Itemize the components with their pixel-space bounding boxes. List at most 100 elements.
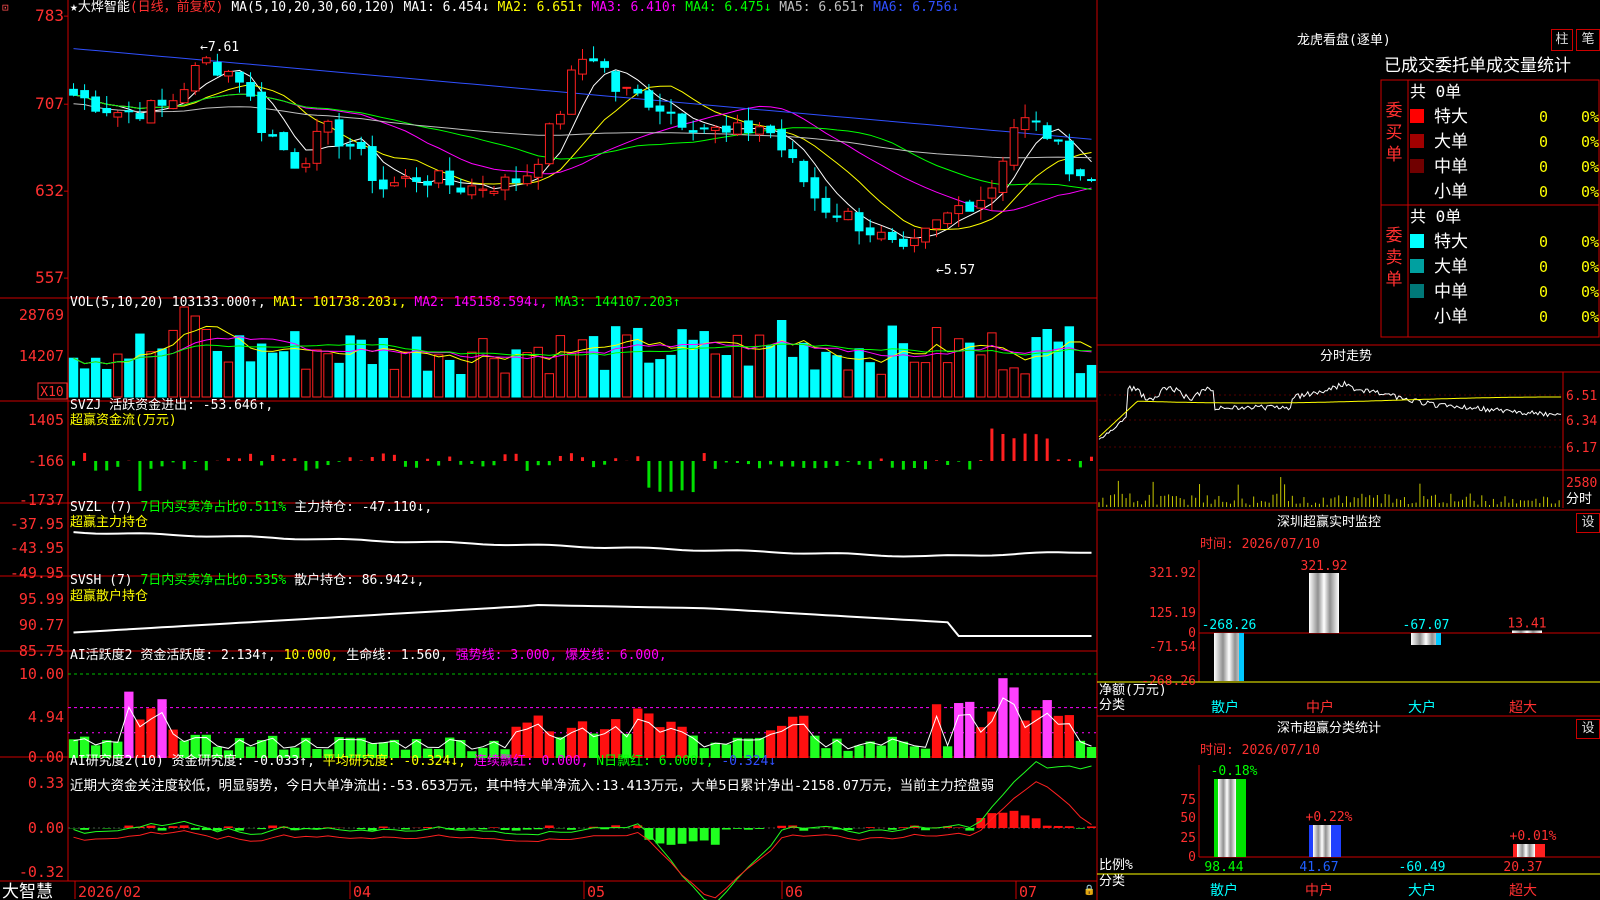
svzj-bar — [271, 455, 275, 461]
candle — [1009, 127, 1019, 166]
research-bar — [666, 828, 676, 845]
candle — [954, 205, 964, 215]
ai-activity-bar — [1053, 715, 1063, 758]
corner-icon[interactable]: ⊡ — [2, 0, 9, 16]
research-name: AI研究度2(10) — [70, 754, 164, 769]
candle — [378, 179, 388, 190]
volume-bar — [79, 368, 90, 398]
candle — [434, 170, 444, 184]
svsh-axis-tick: 95.99 — [19, 590, 64, 608]
ai-activity-bar — [533, 715, 543, 758]
candle — [777, 129, 787, 151]
ai-activity-bar — [1042, 700, 1052, 758]
research-bar — [1064, 826, 1074, 828]
volume-bar — [965, 342, 975, 398]
candle — [1020, 117, 1030, 131]
candle — [876, 231, 886, 240]
svzj-bar — [370, 457, 374, 461]
vol-header: VOL(5,10,20) 103133.000↑, MA1: 101738.20… — [70, 295, 681, 311]
svzj-axis-tick: -1737 — [19, 491, 64, 509]
volume-bar — [710, 353, 720, 398]
volume-bar — [577, 339, 588, 398]
vol-unit: X10 — [40, 385, 63, 400]
research-bar — [157, 828, 167, 831]
candle — [445, 170, 455, 186]
svzj-bar — [912, 461, 916, 468]
chart-mode: (日线，前复权) — [129, 0, 224, 15]
candle — [578, 58, 587, 75]
volume-bar — [599, 369, 610, 398]
stock-name[interactable]: 大烨智能 — [78, 0, 130, 15]
candle — [600, 61, 610, 68]
volume-bar — [843, 369, 853, 398]
svzj-bar — [260, 461, 264, 466]
volume-bar — [445, 359, 455, 398]
candle — [1064, 140, 1074, 175]
svzj-bar — [359, 460, 363, 461]
svzl-axis-tick: -37.95 — [10, 515, 64, 533]
volume-bar — [433, 354, 444, 398]
monitor-settings-button[interactable]: 设 — [1576, 513, 1600, 533]
svsh-holding: 散户持仓: 86.942↓, — [294, 573, 425, 588]
candle — [887, 231, 897, 240]
classify-settings-button[interactable]: 设 — [1576, 719, 1600, 739]
research-axis-tick: 0.00 — [28, 819, 64, 837]
svzj-bar — [348, 457, 352, 461]
volume-bar — [389, 368, 400, 398]
ai-activity-bar — [135, 719, 145, 758]
research-bar — [146, 825, 156, 828]
price-axis-tick: 783 — [35, 6, 64, 25]
volume-bar — [345, 335, 355, 398]
ai-activity-bar — [920, 748, 931, 758]
svzj-bar — [658, 461, 662, 492]
tick-view-button[interactable]: 笔 — [1576, 29, 1600, 51]
volume-bar — [865, 362, 875, 398]
star-icon: ★ — [70, 0, 78, 15]
research-bar — [755, 828, 764, 829]
research-bar — [401, 828, 410, 830]
ai-activity-bar — [1086, 747, 1097, 758]
research-bar — [478, 828, 488, 830]
svzl-header: SVZL (7) 7日内买卖净占比0.511% 主力持仓: -47.110↓, — [70, 500, 432, 516]
volume-bar — [821, 351, 831, 398]
svzj-bar — [581, 457, 584, 461]
svzj-bar — [569, 453, 573, 461]
volume-bar — [256, 343, 267, 398]
svzj-bar — [724, 461, 728, 463]
volume-bar — [234, 335, 245, 398]
svzj-bar — [824, 461, 828, 468]
svzl-axis-tick: -49.95 — [10, 564, 64, 582]
svzj-bar — [392, 454, 396, 461]
bar-view-button[interactable]: 柱 — [1551, 29, 1573, 51]
candle — [356, 141, 366, 149]
ai-activity-bar — [1064, 715, 1074, 758]
svzj-bar — [813, 461, 817, 469]
classify-time: 时间: 2026/07/10 — [1200, 743, 1320, 758]
svzj-axis-tick: -166 — [28, 452, 64, 470]
volume-bar — [788, 356, 798, 398]
ai-activity-bar — [124, 691, 134, 758]
volume-bar — [489, 358, 499, 398]
svzj-bar — [1056, 459, 1060, 461]
svzj-bar — [249, 453, 253, 461]
volume-bar — [810, 369, 820, 398]
candle — [533, 163, 543, 178]
research-bar — [378, 826, 388, 828]
volume-bar — [135, 333, 145, 398]
volume-bar — [1031, 337, 1041, 398]
candle — [644, 90, 654, 108]
ai2-header: AI活跃度2 资金活跃度: 2.134↑, 10.000, 生命线: 1.560… — [70, 648, 667, 664]
volume-bar — [146, 351, 156, 398]
price-axis-tick: 557 — [35, 268, 64, 287]
ai-activity-bar — [909, 746, 920, 758]
ai-activity-bar — [998, 678, 1008, 758]
svzj-header: SVZJ 活跃资金进出: -53.646↑, — [70, 398, 273, 414]
candle — [301, 163, 311, 168]
ma-params: MA(5,10,20,30,60,120) — [231, 0, 396, 15]
research-axis-tick: 0.33 — [28, 774, 64, 792]
candle — [843, 210, 853, 221]
candle — [567, 69, 576, 115]
svzj-bar — [204, 461, 208, 471]
svzj-bar — [691, 461, 695, 493]
candle — [91, 96, 101, 112]
